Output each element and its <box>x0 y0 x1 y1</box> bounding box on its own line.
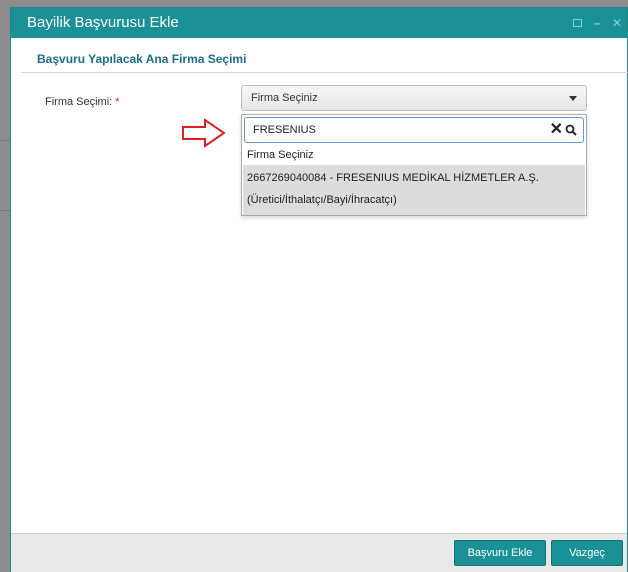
window-controls: – ✕ <box>567 8 627 38</box>
firma-search-input[interactable]: FRESENIUS ✕ <box>244 117 584 143</box>
annotation-arrow-icon <box>182 118 226 148</box>
option-company-type: (Üretici/İthalatçı/Bayi/İhracatçı) <box>247 194 397 206</box>
section-divider <box>21 72 628 73</box>
maximize-icon <box>572 19 582 27</box>
clear-icon[interactable]: ✕ <box>550 120 563 140</box>
required-mark: * <box>115 96 120 108</box>
firma-select-value: Firma Seçiniz <box>251 92 318 104</box>
dialog-titlebar[interactable]: Bayilik Başvurusu Ekle – ✕ <box>11 8 627 38</box>
close-icon: ✕ <box>611 16 623 30</box>
dialog-footer: Başvuru Ekle Vazgeç <box>11 533 627 572</box>
maximize-button[interactable] <box>567 8 587 38</box>
option-company-name: 2667269040084 - FRESENIUS MEDİKAL HİZMET… <box>247 172 539 184</box>
firma-dropdown: FRESENIUS ✕ Firma Seçiniz 2667269040084 … <box>241 114 587 216</box>
backdrop-divider <box>0 210 10 211</box>
add-application-button[interactable]: Başvuru Ekle <box>454 540 546 566</box>
caret-down-icon <box>569 96 577 101</box>
dialog: Bayilik Başvurusu Ekle – ✕ Başvuru Yapıl… <box>10 7 628 572</box>
dropdown-option[interactable]: Firma Seçiniz <box>243 146 585 164</box>
minimize-button[interactable]: – <box>587 8 607 38</box>
search-icon <box>565 124 577 136</box>
backdrop-divider <box>0 140 10 141</box>
cancel-button[interactable]: Vazgeç <box>551 540 623 566</box>
search-input-value: FRESENIUS <box>253 124 316 136</box>
close-button[interactable]: ✕ <box>607 8 627 38</box>
firma-select[interactable]: Firma Seçiniz <box>241 85 587 111</box>
section-title: Başvuru Yapılacak Ana Firma Seçimi <box>37 52 247 66</box>
firma-label-text: Firma Seçimi: <box>45 96 113 108</box>
dropdown-option-highlighted[interactable]: 2667269040084 - FRESENIUS MEDİKAL HİZMET… <box>243 165 585 215</box>
firma-label: Firma Seçimi: * <box>45 96 120 108</box>
dialog-title: Bayilik Başvurusu Ekle <box>27 14 179 31</box>
minimize-icon: – <box>593 16 601 30</box>
